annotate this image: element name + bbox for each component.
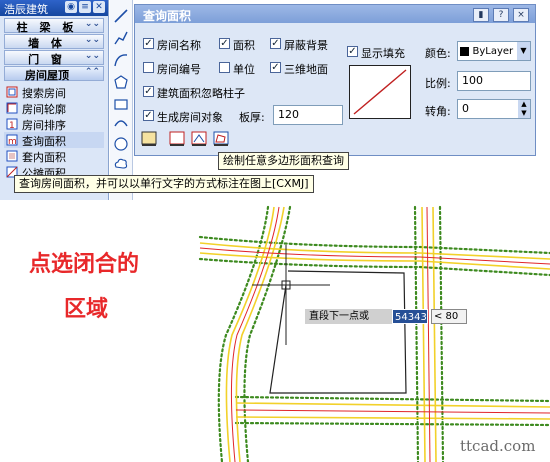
checkbox-box[interactable]: ✓ xyxy=(143,110,154,121)
checkbox-box[interactable] xyxy=(143,62,154,73)
pin-icon[interactable]: ▮ xyxy=(473,8,489,22)
thickness-field[interactable]: 120 xyxy=(273,105,343,125)
checkbox-label: 建筑面积忽略柱子 xyxy=(157,87,245,100)
angle-label: 转角: xyxy=(425,105,451,118)
dialog-title-bar[interactable]: 查询面积 ▮ ? × xyxy=(135,5,535,23)
menu-label: 墙 体 xyxy=(28,37,66,50)
room-sort-icon: 1 xyxy=(6,118,18,130)
angle-value: 0 xyxy=(462,102,469,115)
arc3-tool-icon[interactable] xyxy=(113,116,129,132)
palette-item-inner-area[interactable]: 套内面积 xyxy=(4,148,104,164)
svg-text:1: 1 xyxy=(9,121,15,130)
checkbox-box[interactable]: ✓ xyxy=(270,38,281,49)
palette-item-label: 房间轮廓 xyxy=(22,103,66,116)
thickness-label: 板厚: xyxy=(239,111,265,124)
circle-tool-icon[interactable] xyxy=(113,136,129,152)
arc-tool-icon[interactable] xyxy=(113,52,129,68)
color-swatch xyxy=(460,46,469,56)
palette-item-label: 套内面积 xyxy=(22,151,66,164)
checkbox-label: 生成房间对象 xyxy=(157,111,223,124)
pick-outline-icon[interactable] xyxy=(191,131,207,147)
checkbox-box[interactable]: ✓ xyxy=(143,38,154,49)
polyline-tool-icon[interactable] xyxy=(113,30,129,46)
help-button[interactable]: ? xyxy=(493,8,509,22)
line-tool-icon[interactable] xyxy=(113,8,129,24)
scale-field[interactable]: 100 xyxy=(457,71,531,91)
query-area-icon: m xyxy=(6,134,18,146)
inner-area-icon xyxy=(6,150,18,162)
tree-rows xyxy=(198,205,550,462)
palette-title-bar[interactable]: 浩辰建筑 ◉ ≡ ✕ xyxy=(0,0,108,16)
color-select-value: ByLayer xyxy=(472,46,514,57)
pick-room-icon[interactable] xyxy=(141,131,157,147)
checkbox-label: 单位 xyxy=(233,63,255,76)
room-outline-icon xyxy=(6,102,18,114)
window-select-icon[interactable] xyxy=(169,131,185,147)
menu-wall[interactable]: 墙 体 ⌄⌄ xyxy=(4,34,104,50)
annotation-text-line1: 点选闭合的 xyxy=(29,252,140,277)
menu-label: 门 窗 xyxy=(28,53,66,66)
svg-text:m: m xyxy=(8,137,17,146)
fill-preview-box[interactable] xyxy=(349,65,411,119)
palette-item-label: 房间排序 xyxy=(22,119,66,132)
checkbox-label: 面积 xyxy=(233,39,255,52)
checkbox-box[interactable]: ✓ xyxy=(219,38,230,49)
palette-settings-icon[interactable]: ◉ xyxy=(65,1,77,13)
palette-item-label: 搜索房间 xyxy=(22,87,66,100)
menu-door-window[interactable]: 门 窗 ⌄⌄ xyxy=(4,50,104,66)
palette-item-room-sort[interactable]: 1 房间排序 xyxy=(4,116,104,132)
menu-label: 柱 梁 板 xyxy=(16,21,78,34)
palette-collapse-icon[interactable]: ≡ xyxy=(79,1,91,13)
scale-label: 比例: xyxy=(425,77,451,90)
dialog-title: 查询面积 xyxy=(143,9,192,23)
draw-toolbar xyxy=(110,0,133,200)
checkbox-label: 房间名称 xyxy=(157,39,201,52)
checkbox-label: 三维地面 xyxy=(284,63,328,76)
polygon-query-icon[interactable] xyxy=(213,131,229,147)
cloud-tool-icon[interactable] xyxy=(113,156,129,172)
color-label: 颜色: xyxy=(425,47,451,60)
chevron-up-icon: ⌃⌃ xyxy=(84,67,100,77)
chevron-down-icon: ⌄⌄ xyxy=(84,35,100,45)
menu-beam-slab[interactable]: 柱 梁 板 ⌄⌄ xyxy=(4,18,104,34)
drawing-canvas[interactable] xyxy=(0,195,550,462)
checkbox-label: 房间编号 xyxy=(157,63,201,76)
length-input[interactable]: 54343 xyxy=(392,309,428,324)
menu-room-roof[interactable]: 房间屋顶 ⌃⌃ xyxy=(4,66,104,82)
checkbox-box[interactable]: ✓ xyxy=(143,86,154,97)
watermark: ttcad.com xyxy=(460,437,536,455)
angle-field[interactable]: 0 ▲ ▼ xyxy=(457,99,531,119)
checkbox-label: 显示填充 xyxy=(361,47,405,60)
query-area-dialog: 查询面积 ▮ ? × ✓ 房间名称 ✓ 面积 ✓ 屏蔽背景 房间编号 单位 ✓ … xyxy=(134,4,536,156)
palette-item-query-area[interactable]: m 查询面积 xyxy=(4,132,104,148)
checkbox-label: 屏蔽背景 xyxy=(284,39,328,52)
query-area-tooltip: 查询房间面积，并可以以单行文字的方式标注在图上[CXMJ] xyxy=(14,175,314,193)
spinner-icon[interactable]: ▲ ▼ xyxy=(518,100,530,118)
rectangle-tool-icon[interactable] xyxy=(113,96,129,112)
search-room-icon xyxy=(6,86,18,98)
chevron-down-icon: ⌄⌄ xyxy=(84,51,100,61)
polygon-query-tooltip: 绘制任意多边形面积查询 xyxy=(218,152,349,170)
color-select[interactable]: ByLayer ▼ xyxy=(457,41,531,61)
palette-item-room-outline[interactable]: 房间轮廓 xyxy=(4,100,104,116)
checkbox-box[interactable] xyxy=(219,62,230,73)
palette-close-icon[interactable]: ✕ xyxy=(93,1,105,13)
annotation-text-line2: 区域 xyxy=(64,297,109,322)
palette-title: 浩辰建筑 xyxy=(4,3,48,16)
menu-label: 房间屋顶 xyxy=(25,69,69,82)
checkbox-box[interactable]: ✓ xyxy=(270,62,281,73)
palette-item-label: 查询面积 xyxy=(22,135,66,148)
palette-item-search-room[interactable]: 搜索房间 xyxy=(4,84,104,100)
checkbox-box[interactable]: ✓ xyxy=(347,46,358,57)
tool-palette: 浩辰建筑 ◉ ≡ ✕ 柱 梁 板 ⌄⌄ 墙 体 ⌄⌄ 门 窗 ⌄⌄ 房间屋顶 ⌃… xyxy=(0,0,109,200)
chevron-down-icon[interactable]: ▼ xyxy=(517,42,530,60)
polygon-tool-icon[interactable] xyxy=(113,74,129,90)
chevron-down-icon: ⌄⌄ xyxy=(84,19,100,29)
angle-input[interactable]: < 80 xyxy=(431,309,467,324)
dynamic-input-prompt: 直段下一点或 xyxy=(305,309,393,324)
close-button[interactable]: × xyxy=(513,8,529,22)
